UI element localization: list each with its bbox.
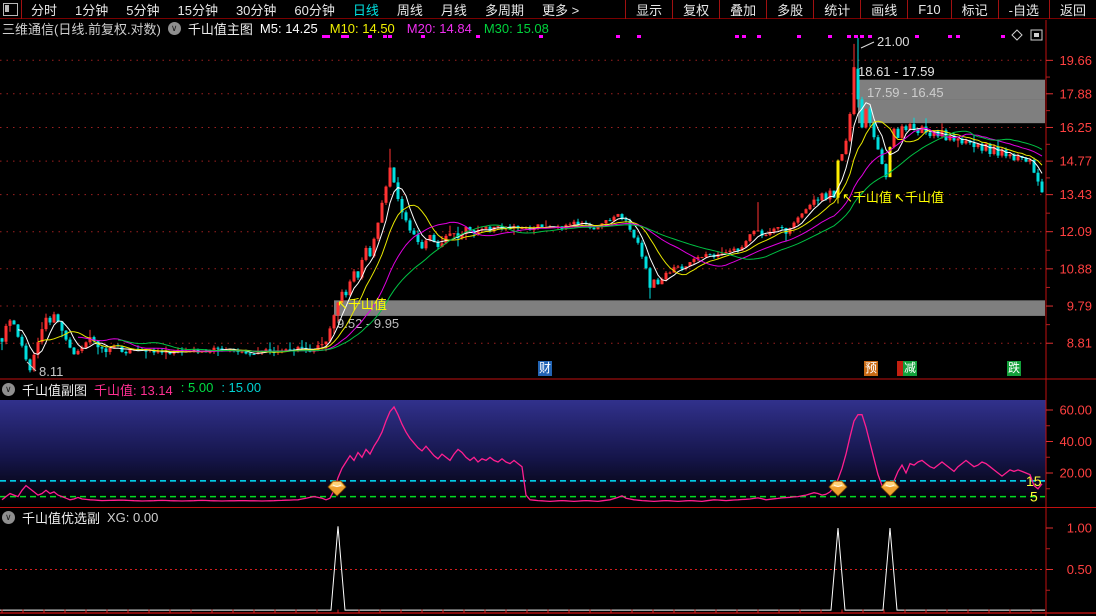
sub-axis-label: 40.00 <box>1059 434 1092 449</box>
main-axis-label: 16.25 <box>1059 120 1092 135</box>
qianshanzhi-label: ↖千山值 <box>842 190 892 205</box>
price-band-label: 17.59 - 16.45 <box>867 85 944 100</box>
chart-canvas: 19.66 17.88 16.25 14.77 13.43 12.09 10.88 9.79 8… <box>0 0 1096 616</box>
event-badge-财: 财 <box>538 361 552 376</box>
signal-labels: ↖千山值↖千山值↖千山值21.008.11 <box>27 34 944 379</box>
event-badge-预: 预 <box>864 361 878 376</box>
qianshanzhi-label: ↖千山值 <box>337 297 387 312</box>
event-badge-跌: 跌 <box>1007 361 1021 376</box>
event-badge-减: 减 <box>903 361 917 376</box>
bottom-axis-label: 0.50 <box>1067 562 1092 577</box>
qianshanzhi-label: ↖千山值 <box>894 190 944 205</box>
main-axis-label: 19.66 <box>1059 53 1092 68</box>
ma-line <box>118 131 1042 351</box>
main-axis-label: 14.77 <box>1059 154 1092 169</box>
price-band <box>334 300 1045 316</box>
main-axis-label: 8.81 <box>1067 336 1092 351</box>
price-band-label: 9.52 - 9.95 <box>337 316 399 331</box>
main-axis-label: 12.09 <box>1059 224 1092 239</box>
diamond-icon[interactable] <box>1012 30 1022 40</box>
window-icon[interactable] <box>1031 30 1042 40</box>
sub-axis-label: 20.00 <box>1059 466 1092 481</box>
app-window: 分时1分钟5分钟15分钟30分钟60分钟日线周线月线多周期更多 > 显示复权叠加… <box>0 0 1096 616</box>
price-annotation: 21.00 <box>877 34 910 49</box>
main-axis-label: 9.79 <box>1067 299 1092 314</box>
price-band-label: 18.61 - 17.59 <box>858 64 935 79</box>
xg-line <box>0 526 1045 610</box>
sub-axis-label: 60.00 <box>1059 403 1092 418</box>
price-band <box>858 100 1045 124</box>
threshold-label: 5 <box>1030 489 1038 505</box>
sub-y-axis: 60.00 40.00 20.00 <box>1046 403 1092 489</box>
ma-line <box>78 128 1042 351</box>
bottom-axis-label: 1.00 <box>1067 521 1092 536</box>
main-axis-label: 10.88 <box>1059 261 1092 276</box>
price-annotation: 8.11 <box>39 364 63 379</box>
ma-line <box>18 103 1042 355</box>
main-axis-label: 17.88 <box>1059 86 1092 101</box>
bottom-y-axis: 1.00 0.50 <box>1046 521 1092 591</box>
main-axis-label: 13.43 <box>1059 187 1092 202</box>
ma-lines <box>18 103 1042 355</box>
